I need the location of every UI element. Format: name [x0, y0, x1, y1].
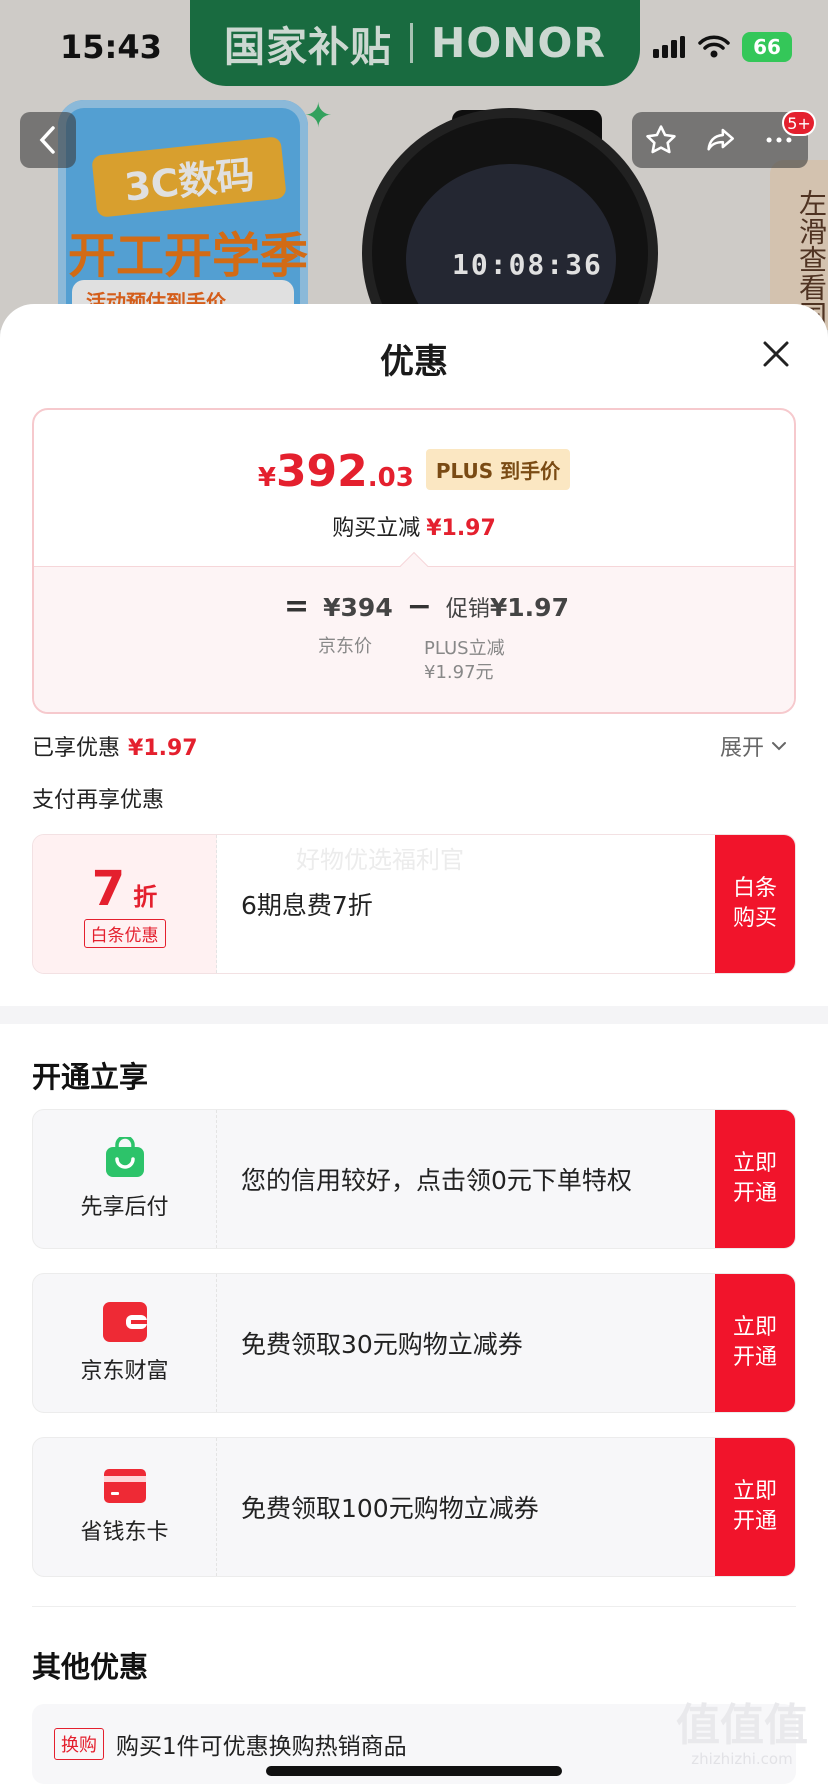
- plus-reduction-label: PLUS立减: [424, 638, 505, 659]
- final-price-decimal: .03: [367, 463, 414, 493]
- pay-more-title: 支付再享优惠: [32, 788, 165, 813]
- purchase-discount-label: 购买立减: [332, 516, 421, 541]
- close-icon[interactable]: [756, 334, 796, 374]
- enjoyed-label: 已享优惠: [32, 736, 121, 761]
- site-watermark-url: zhizhizhi.com: [691, 1750, 793, 1768]
- baitiao-tag: 白条优惠: [83, 918, 166, 948]
- separator-line: [32, 1606, 796, 1607]
- activate-button[interactable]: 立即开通: [715, 1110, 795, 1248]
- final-price-row: ¥392.03 PLUS 到手价: [34, 446, 794, 498]
- home-indicator[interactable]: [266, 1766, 562, 1776]
- purchase-discount-value: ¥1.97: [426, 516, 496, 541]
- activate-label: 立即开通: [732, 1479, 777, 1534]
- other-section-title: 其他优惠: [32, 1650, 149, 1684]
- exchange-tag: 换购: [54, 1728, 104, 1760]
- offer-description: 免费领取30元购物立减券: [241, 1330, 523, 1359]
- formula-equals: =: [284, 589, 310, 624]
- discount-sheet: 优惠 ¥392.03 PLUS 到手价 购买立减 ¥1.97 = ¥394 − 促…: [0, 304, 828, 1792]
- section-divider: [0, 1006, 828, 1024]
- jd-price-label: 京东价: [318, 636, 372, 657]
- status-time: 15:43: [60, 28, 162, 66]
- offer-card-jd-wealth[interactable]: 京东财富 免费领取30元购物立减券 立即开通: [32, 1273, 796, 1413]
- expand-label: 展开: [720, 736, 765, 761]
- signal-icon: [653, 36, 685, 58]
- chevron-left-icon: [39, 126, 55, 154]
- purchase-discount: 购买立减 ¥1.97: [34, 510, 794, 542]
- share-icon[interactable]: [703, 123, 737, 157]
- offer-description: 免费领取100元购物立减券: [241, 1494, 539, 1523]
- promo-label: 促销: [445, 597, 490, 622]
- offer-card-saving-card[interactable]: 省钱东卡 免费领取100元购物立减券 立即开通: [32, 1437, 796, 1577]
- back-button[interactable]: [20, 112, 76, 168]
- baitiao-description: 6期息费7折: [217, 835, 715, 973]
- offer-card-pay-later[interactable]: 先享后付 您的信用较好，点击领0元下单特权 立即开通: [32, 1109, 796, 1249]
- activate-button[interactable]: 立即开通: [715, 1274, 795, 1412]
- activate-button[interactable]: 立即开通: [715, 1438, 795, 1576]
- plus-reduction-value: ¥1.97元: [424, 662, 494, 683]
- baitiao-rate: 7 折: [92, 861, 157, 917]
- chevron-down-icon: [772, 742, 787, 751]
- enjoyed-discount: 已享优惠 ¥1.97: [32, 730, 198, 762]
- baitiao-buy-label: 白条购买: [732, 876, 777, 931]
- sheet-title: 优惠: [380, 342, 448, 382]
- offer-brand: 先享后付: [33, 1110, 217, 1248]
- battery-indicator: 66: [742, 32, 792, 62]
- offer-brand-name: 省钱东卡: [80, 1520, 169, 1545]
- final-price: ¥392.03: [258, 446, 414, 497]
- notification-badge: 5+: [782, 110, 816, 136]
- final-price-currency: ¥: [257, 463, 276, 493]
- baitiao-discount: 7 折 白条优惠: [33, 835, 217, 973]
- activate-label: 立即开通: [732, 1151, 777, 1206]
- offer-description: 您的信用较好，点击领0元下单特权: [241, 1166, 632, 1195]
- shopping-bag-icon: [105, 1137, 144, 1177]
- offer-brand: 省钱东卡: [33, 1438, 217, 1576]
- offer-brand-name: 先享后付: [80, 1195, 169, 1220]
- enjoyed-value: ¥1.97: [128, 736, 198, 761]
- price-formula: = ¥394 − 促销 ¥1.97: [284, 589, 569, 624]
- final-price-integer: 392: [275, 446, 368, 497]
- open-section-title: 开通立享: [32, 1060, 149, 1094]
- site-watermark: 值值值 zhizhizhi.com: [676, 1700, 808, 1769]
- baitiao-rate-unit: 折: [133, 882, 158, 911]
- expand-toggle[interactable]: 展开: [720, 730, 788, 762]
- activate-label: 立即开通: [732, 1315, 777, 1370]
- baitiao-rate-number: 7: [91, 860, 126, 917]
- watermark-text: 好物优选福利官: [296, 846, 464, 874]
- site-watermark-text: 值值值: [676, 1700, 808, 1751]
- other-offer-text: 购买1件可优惠换购热销商品: [116, 1734, 407, 1760]
- price-breakdown: = ¥394 − 促销 ¥1.97 京东价 PLUS立减 ¥1.97元: [34, 551, 794, 712]
- wallet-icon: [102, 1302, 147, 1342]
- promo-value: ¥1.97: [489, 593, 569, 622]
- baitiao-buy-button[interactable]: 白条购买: [715, 835, 795, 973]
- jd-price: ¥394: [323, 593, 393, 622]
- offer-brand: 京东财富: [33, 1274, 217, 1412]
- formula-minus: −: [406, 589, 432, 624]
- card-icon: [103, 1469, 146, 1503]
- price-card: ¥392.03 PLUS 到手价 购买立减 ¥1.97 = ¥394 − 促销 ¥…: [32, 408, 796, 714]
- offer-brand-name: 京东财富: [80, 1359, 169, 1384]
- plus-price-tag: PLUS 到手价: [425, 449, 571, 490]
- price-summary: ¥392.03 PLUS 到手价 购买立减 ¥1.97: [34, 410, 794, 566]
- status-icons: 66: [652, 32, 792, 62]
- star-icon[interactable]: [644, 123, 678, 157]
- wifi-icon: [698, 35, 730, 58]
